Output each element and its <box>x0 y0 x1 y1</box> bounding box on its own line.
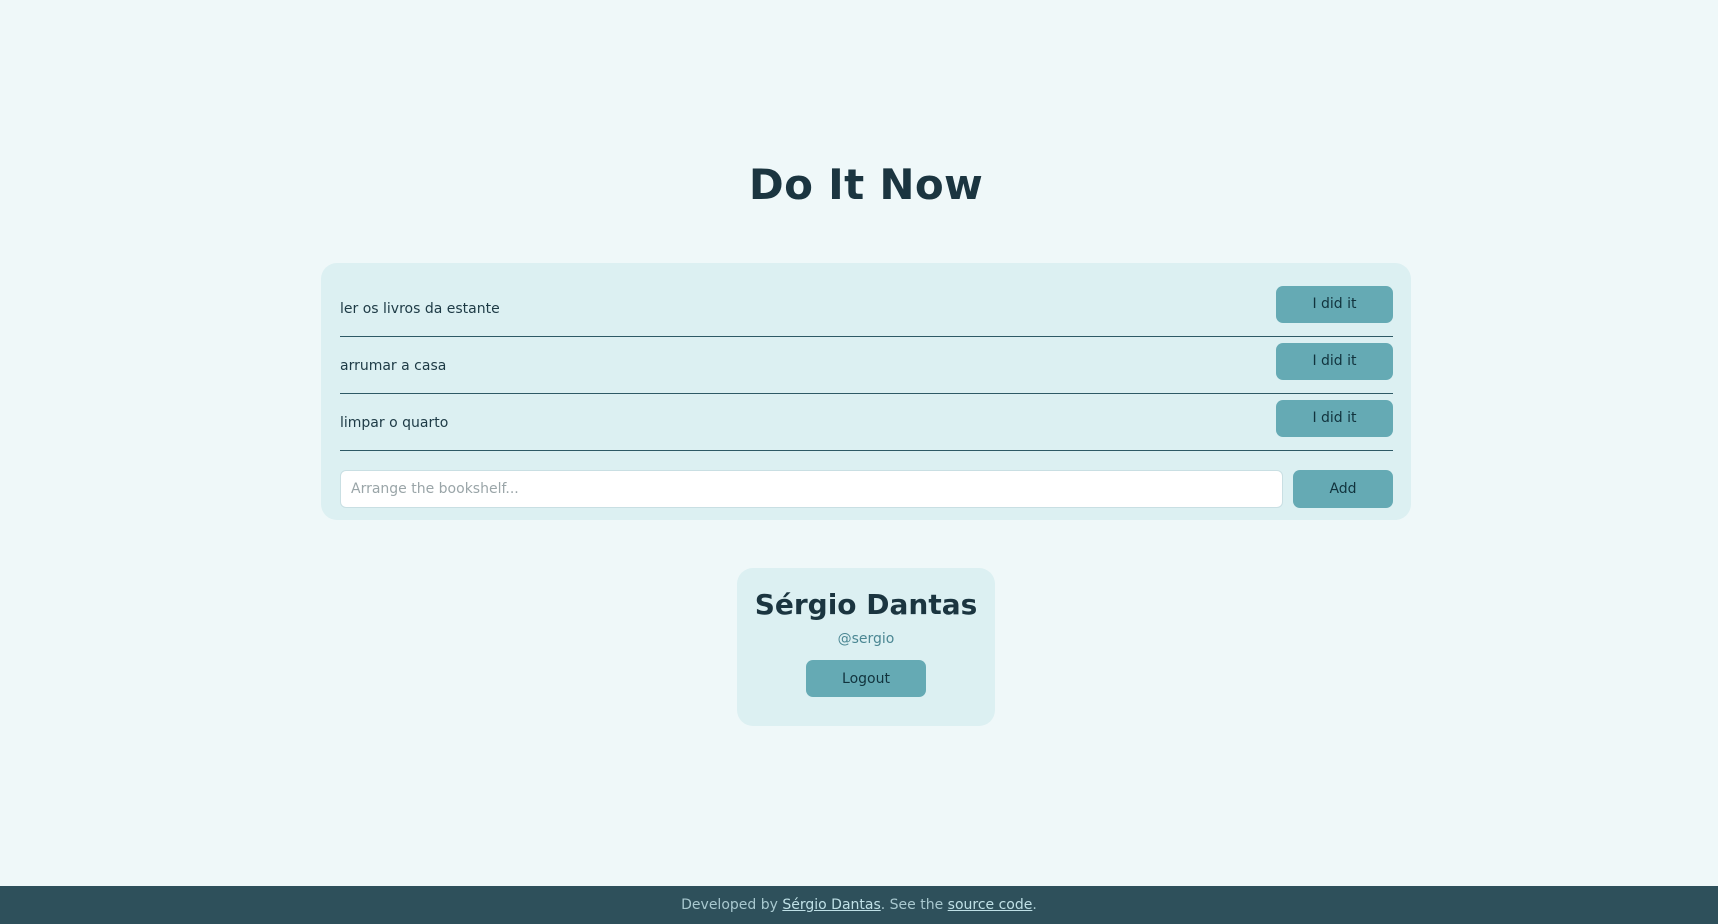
logout-button[interactable]: Logout <box>806 660 926 697</box>
page: Do It Now ler os livros da estante I did… <box>0 0 1718 924</box>
footer-middle: . See the <box>880 897 944 913</box>
footer-suffix: . <box>1032 897 1037 913</box>
task-row: limpar o quarto I did it <box>340 395 1393 451</box>
footer-prefix: Developed by <box>681 897 778 913</box>
did-it-button[interactable]: I did it <box>1276 399 1393 437</box>
profile-name: Sérgio Dantas <box>754 588 978 621</box>
add-task-button[interactable]: Add <box>1293 470 1393 508</box>
todo-list-card: ler os livros da estante I did it arruma… <box>321 263 1411 520</box>
task-row: ler os livros da estante I did it <box>340 281 1393 337</box>
profile-card: Sérgio Dantas @sergio Logout <box>737 568 995 726</box>
did-it-button[interactable]: I did it <box>1276 342 1393 380</box>
footer: Developed by Sérgio Dantas. See the sour… <box>0 886 1718 924</box>
did-it-button[interactable]: I did it <box>1276 285 1393 323</box>
add-task-row: Add <box>340 470 1393 508</box>
task-text: arrumar a casa <box>340 357 447 374</box>
task-row: arrumar a casa I did it <box>340 338 1393 394</box>
profile-handle: @sergio <box>837 631 895 647</box>
source-code-link[interactable]: source code <box>948 897 1033 913</box>
page-title: Do It Now <box>748 160 984 209</box>
author-link[interactable]: Sérgio Dantas <box>782 897 880 913</box>
new-task-input[interactable] <box>340 470 1283 508</box>
task-text: limpar o quarto <box>340 414 449 431</box>
task-text: ler os livros da estante <box>340 300 500 317</box>
